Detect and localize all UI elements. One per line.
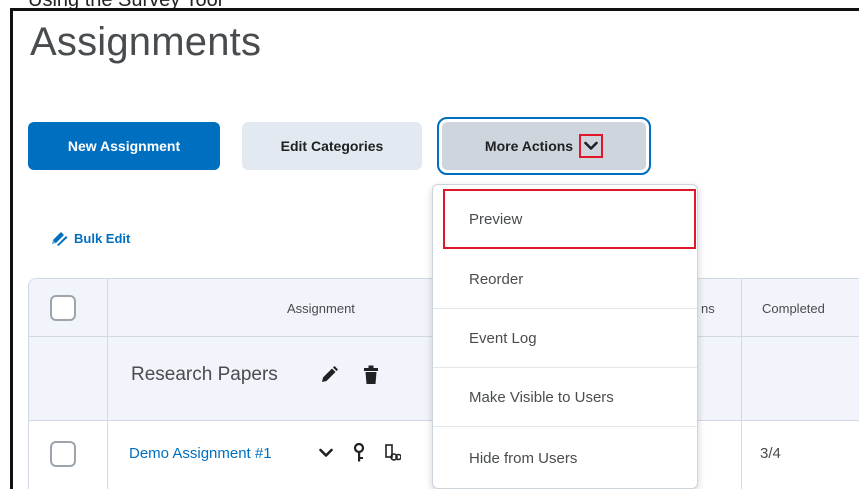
menu-item-event-log[interactable]: Event Log bbox=[433, 310, 697, 368]
assignment-link[interactable]: Demo Assignment #1 bbox=[129, 445, 272, 462]
frame-border-top bbox=[10, 8, 859, 11]
page-title: Assignments bbox=[30, 20, 262, 64]
column-header-assignment[interactable]: Assignment bbox=[287, 301, 355, 316]
frame-border-left bbox=[10, 8, 13, 489]
new-assignment-label: New Assignment bbox=[67, 138, 181, 154]
menu-item-label: Make Visible to Users bbox=[469, 389, 614, 406]
menu-item-preview[interactable]: Preview bbox=[443, 189, 696, 249]
menu-item-make-visible[interactable]: Make Visible to Users bbox=[433, 369, 697, 427]
column-divider bbox=[741, 279, 742, 489]
pencil-icon[interactable] bbox=[319, 365, 339, 385]
bulk-edit-label: Bulk Edit bbox=[74, 230, 131, 246]
category-name: Research Papers bbox=[131, 364, 278, 385]
more-actions-toggle[interactable] bbox=[579, 134, 604, 158]
more-actions-button[interactable]: More Actions bbox=[437, 117, 651, 175]
menu-item-label: Reorder bbox=[469, 271, 524, 288]
new-assignment-button[interactable]: New Assignment bbox=[28, 122, 220, 170]
more-actions-menu: Preview Reorder Event Log Make Visible t… bbox=[432, 184, 698, 489]
column-divider bbox=[107, 279, 108, 489]
edit-categories-label: Edit Categories bbox=[280, 138, 384, 154]
menu-item-hide-from-users[interactable]: Hide from Users bbox=[433, 429, 697, 487]
bulk-edit-icon bbox=[50, 230, 68, 246]
chevron-down-icon[interactable] bbox=[319, 448, 333, 458]
completed-count: 3/4 bbox=[760, 445, 781, 462]
menu-item-label: Preview bbox=[469, 210, 523, 228]
bulk-edit-button[interactable]: Bulk Edit bbox=[50, 230, 130, 246]
chevron-down-icon bbox=[584, 141, 598, 150]
menu-item-label: Hide from Users bbox=[469, 449, 578, 467]
column-header-submissions[interactable]: ns bbox=[701, 301, 715, 316]
row-checkbox[interactable] bbox=[50, 441, 76, 467]
key-icon bbox=[353, 443, 365, 463]
menu-item-label: Event Log bbox=[469, 330, 537, 347]
select-all-checkbox[interactable] bbox=[50, 295, 76, 321]
trash-icon[interactable] bbox=[363, 365, 379, 385]
edit-categories-button[interactable]: Edit Categories bbox=[242, 122, 422, 170]
menu-item-reorder[interactable]: Reorder bbox=[433, 251, 697, 309]
column-header-completed[interactable]: Completed bbox=[762, 301, 825, 316]
rubric-icon bbox=[385, 444, 401, 462]
more-actions-label: More Actions bbox=[484, 138, 574, 154]
